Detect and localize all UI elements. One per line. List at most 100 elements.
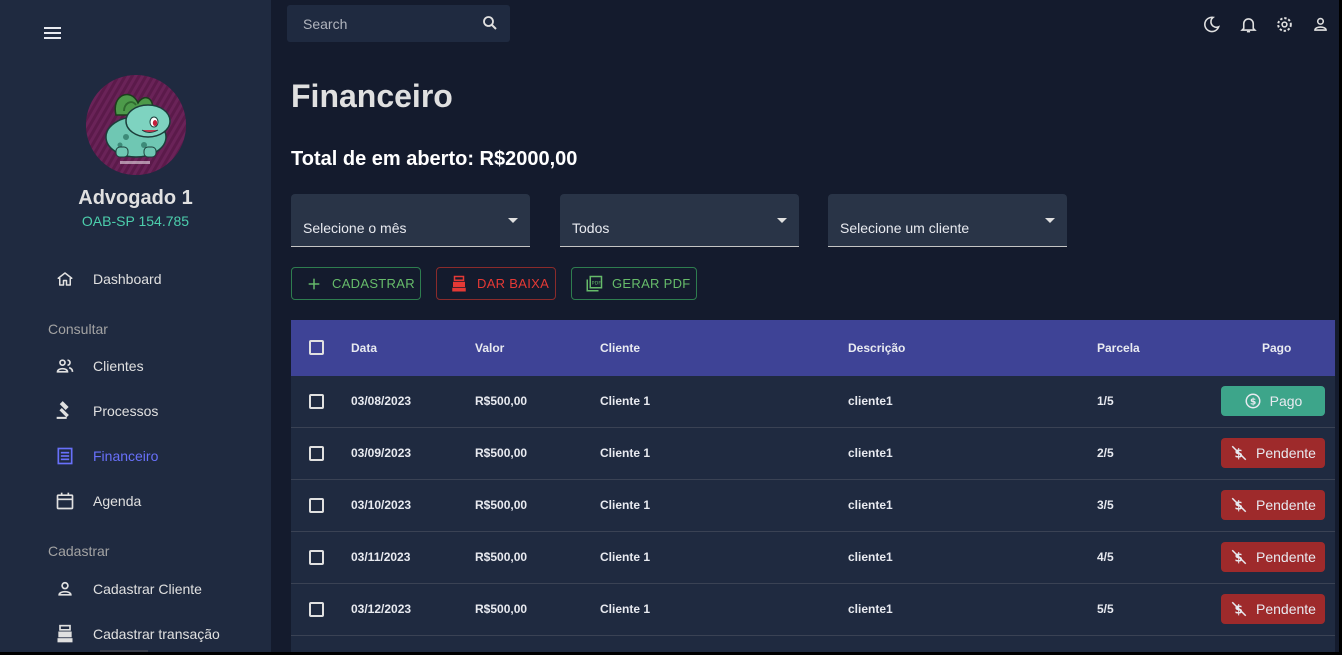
status-button[interactable]: $ Pendente xyxy=(1221,542,1325,572)
pdf-icon: PDF xyxy=(585,275,603,293)
table-row[interactable]: 03/09/2023 R$500,00 Cliente 1 cliente1 2… xyxy=(291,428,1335,480)
svg-text:PDF: PDF xyxy=(592,280,602,286)
sidebar-item-label: Agenda xyxy=(93,493,142,509)
cell-date: 03/09/2023 xyxy=(351,446,412,460)
write-off-button[interactable]: DAR BAIXA xyxy=(436,267,556,300)
search-box xyxy=(287,5,510,42)
column-header-installment[interactable]: Parcela xyxy=(1097,341,1140,355)
row-checkbox[interactable] xyxy=(309,602,324,617)
sidebar: Advogado 1 OAB-SP 154.785 Dashboard Cons… xyxy=(0,0,271,652)
sidebar-item-clientes[interactable]: Clientes xyxy=(0,348,271,384)
generate-pdf-button[interactable]: PDF GERAR PDF xyxy=(571,267,697,300)
svg-text:$: $ xyxy=(1250,397,1256,407)
status-label: Pago xyxy=(1269,393,1303,409)
plus-icon xyxy=(305,275,323,293)
column-header-value[interactable]: Valor xyxy=(475,341,504,355)
month-select-value: Selecione o mês xyxy=(303,220,407,236)
column-header-description[interactable]: Descrição xyxy=(848,341,905,355)
cash-register-icon xyxy=(55,624,75,644)
write-off-button-label: DAR BAIXA xyxy=(477,276,550,291)
status-button[interactable]: $ Pago xyxy=(1221,386,1325,416)
cell-value: R$500,00 xyxy=(475,498,528,512)
column-header-date[interactable]: Data xyxy=(351,341,377,355)
money-off-icon: $ xyxy=(1230,444,1248,462)
cell-value: R$500,00 xyxy=(475,550,528,564)
select-all-checkbox[interactable] xyxy=(309,340,324,355)
table-header: Data Valor Cliente Descrição Parcela Pag… xyxy=(291,320,1335,376)
cell-installment: 5/5 xyxy=(1097,602,1114,616)
client-select[interactable]: Selecione um cliente xyxy=(828,194,1067,247)
table-row[interactable]: 03/12/2023 R$500,00 Cliente 1 cliente1 5… xyxy=(291,584,1335,636)
sidebar-item-processos[interactable]: Processos xyxy=(0,393,271,429)
status-button[interactable]: $ Pendente xyxy=(1221,438,1325,468)
sidebar-scrollbar[interactable] xyxy=(100,650,148,652)
status-button[interactable]: $ Pendente xyxy=(1221,490,1325,520)
open-total: Total de em aberto: R$2000,00 xyxy=(291,148,578,170)
cell-installment: 2/5 xyxy=(1097,446,1114,460)
table-row[interactable]: 03/10/2023 R$500,00 Cliente 1 cliente1 3… xyxy=(291,480,1335,532)
search-input[interactable] xyxy=(303,5,473,42)
add-button-label: CADASTRAR xyxy=(332,276,415,291)
status-button[interactable]: $ Pendente xyxy=(1221,594,1325,624)
section-title-consultar: Consultar xyxy=(48,321,108,337)
status-select-value: Todos xyxy=(572,220,610,236)
sidebar-item-dashboard[interactable]: Dashboard xyxy=(0,261,271,297)
chevron-down-icon xyxy=(1045,218,1055,223)
gavel-icon xyxy=(55,401,75,421)
cell-client: Cliente 1 xyxy=(600,602,651,616)
sidebar-item-cadastrar-cliente[interactable]: Cadastrar Cliente xyxy=(0,571,271,607)
generate-pdf-button-label: GERAR PDF xyxy=(612,276,691,291)
avatar xyxy=(86,75,186,175)
user-oab-number: OAB-SP 154.785 xyxy=(81,213,190,229)
cell-description: cliente1 xyxy=(848,498,893,512)
row-checkbox[interactable] xyxy=(309,446,324,461)
cell-description: cliente1 xyxy=(848,446,893,460)
cell-installment: 3/5 xyxy=(1097,498,1114,512)
cell-date: 03/10/2023 xyxy=(351,498,412,512)
row-checkbox[interactable] xyxy=(309,394,324,409)
cell-client: Cliente 1 xyxy=(600,394,651,408)
user-name: Advogado 1 xyxy=(78,187,193,209)
person-icon xyxy=(55,579,75,599)
table-row[interactable]: 03/08/2023 R$500,00 Cliente 1 cliente1 1… xyxy=(291,376,1335,428)
sidebar-item-cadastrar-transacao[interactable]: Cadastrar transação xyxy=(0,616,271,652)
profile-icon[interactable] xyxy=(1309,13,1331,35)
table-row[interactable]: 03/11/2023 R$500,00 Cliente 1 cliente1 4… xyxy=(291,532,1335,584)
money-off-icon: $ xyxy=(1230,600,1248,618)
cell-client: Cliente 1 xyxy=(600,498,651,512)
cell-description: cliente1 xyxy=(848,602,893,616)
cell-installment: 1/5 xyxy=(1097,394,1114,408)
sidebar-item-label: Processos xyxy=(93,403,159,419)
cell-value: R$500,00 xyxy=(475,602,528,616)
column-header-client[interactable]: Cliente xyxy=(600,341,640,355)
sidebar-item-agenda[interactable]: Agenda xyxy=(0,483,271,519)
status-select[interactable]: Todos xyxy=(560,194,799,247)
row-checkbox[interactable] xyxy=(309,550,324,565)
cell-description: cliente1 xyxy=(848,394,893,408)
paid-coin-icon: $ xyxy=(1244,392,1262,410)
status-label: Pendente xyxy=(1256,497,1316,513)
calendar-icon xyxy=(55,491,75,511)
people-icon xyxy=(55,356,75,376)
status-label: Pendente xyxy=(1256,549,1316,565)
row-checkbox[interactable] xyxy=(309,498,324,513)
cash-register-icon xyxy=(450,275,468,293)
cell-installment: 4/5 xyxy=(1097,550,1114,564)
settings-icon[interactable] xyxy=(1273,13,1295,35)
add-button[interactable]: CADASTRAR xyxy=(291,267,421,300)
sidebar-item-label: Clientes xyxy=(93,358,144,374)
sidebar-item-label: Dashboard xyxy=(93,271,162,287)
section-title-cadastrar: Cadastrar xyxy=(48,543,110,559)
column-header-paid[interactable]: Pago xyxy=(1262,341,1291,355)
cell-date: 03/12/2023 xyxy=(351,602,412,616)
cell-date: 03/08/2023 xyxy=(351,394,412,408)
sidebar-item-label: Cadastrar transação xyxy=(93,626,220,642)
sidebar-item-label: Cadastrar Cliente xyxy=(93,581,202,597)
month-select[interactable]: Selecione o mês xyxy=(291,194,530,247)
dark-mode-icon[interactable] xyxy=(1200,13,1222,35)
sidebar-item-financeiro[interactable]: Financeiro xyxy=(0,438,271,474)
chevron-down-icon xyxy=(777,218,787,223)
notifications-icon[interactable] xyxy=(1237,13,1259,35)
search-icon[interactable] xyxy=(481,14,501,34)
menu-toggle-icon[interactable] xyxy=(44,22,66,44)
